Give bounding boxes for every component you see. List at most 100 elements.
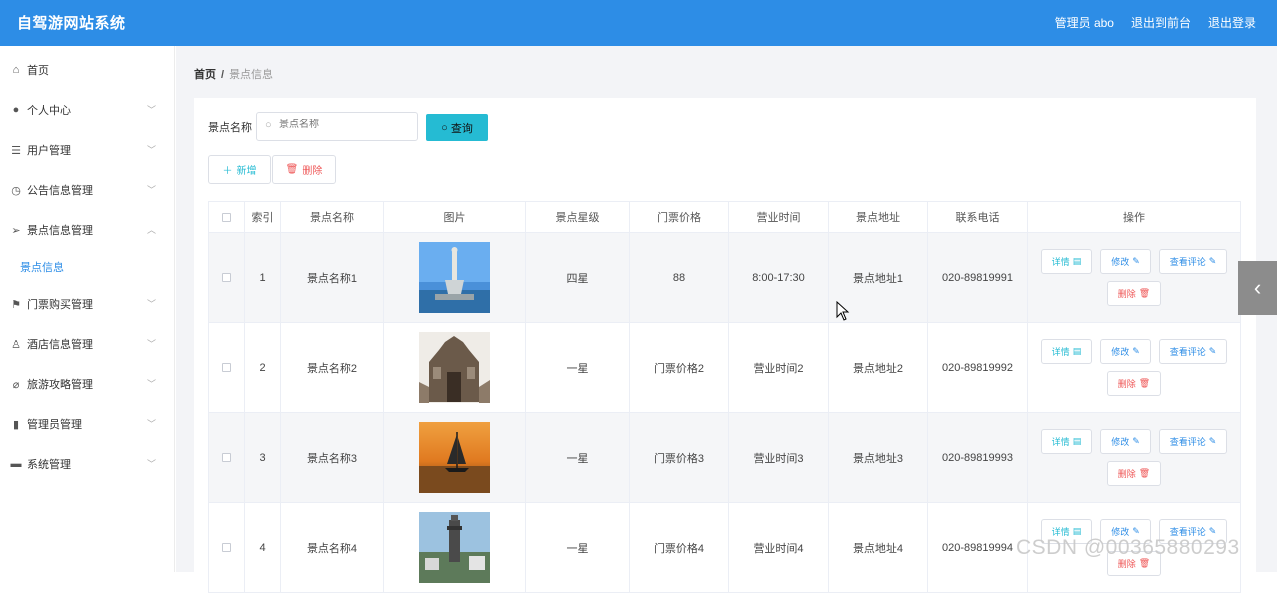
scenic-image[interactable] — [419, 512, 490, 583]
detail-button[interactable]: 详情 ▤ — [1040, 249, 1093, 274]
search-input[interactable] — [279, 119, 409, 130]
watermark-text: CSDN @00365880293 — [1016, 536, 1240, 559]
detail-label: 详情 — [1051, 257, 1070, 267]
trash-icon: 🗑 — [1138, 288, 1151, 298]
edit-icon: ✎ — [1132, 346, 1140, 356]
flag-icon: ⚑ — [11, 298, 21, 311]
chevron-down-icon: ﹀ — [146, 459, 156, 469]
column-header: 图片 — [383, 201, 526, 233]
sidebar: ⌂ 首页 ● 个人中心 ﹀ ☰ 用户管理 ﹀ ◷ 公告信息管理 ﹀ ➢ 景点信息… — [0, 46, 175, 572]
sidebar-item-guide-management[interactable]: ⌀ 旅游攻略管理 ﹀ — [0, 364, 174, 404]
sidebar-item-label: 用户管理 — [27, 145, 71, 157]
sidebar-item-admin-management[interactable]: ▮ 管理员管理 ﹀ — [0, 404, 174, 444]
bar-chart-icon: ▮ — [12, 418, 20, 431]
cell-hours: 营业时间4 — [728, 502, 829, 593]
select-all-cell[interactable] — [208, 201, 245, 233]
comment-label: 查看评论 — [1169, 257, 1206, 267]
document-icon: ▤ — [1072, 256, 1082, 266]
cell-name: 景点名称1 — [280, 232, 384, 323]
query-label: 查询 — [450, 122, 473, 135]
search-field[interactable]: ○ — [256, 112, 418, 141]
chevron-down-icon: ﹀ — [146, 185, 156, 195]
chevron-down-icon: ﹀ — [146, 339, 156, 349]
row-checkbox[interactable] — [222, 453, 231, 463]
detail-button[interactable]: 详情 ▤ — [1040, 429, 1093, 454]
scenic-image[interactable] — [419, 332, 490, 403]
row-select-cell — [208, 502, 245, 593]
detail-button[interactable]: 详情 ▤ — [1040, 339, 1093, 364]
delete-label: 删除 — [1117, 289, 1136, 299]
cell-index: 3 — [244, 412, 281, 503]
sidebar-item-label: 系统管理 — [27, 459, 71, 471]
sidebar-subitem-scenic-info[interactable]: 景点信息 — [0, 250, 174, 284]
logout-link[interactable]: 退出登录 — [1208, 14, 1256, 31]
row-checkbox[interactable] — [222, 543, 231, 553]
comment-label: 查看评论 — [1169, 347, 1206, 357]
edit-label: 修改 — [1111, 437, 1130, 447]
edit-button[interactable]: 修改 ✎ — [1100, 429, 1151, 454]
delete-label: 删除 — [1117, 379, 1136, 389]
sidebar-item-personal-center[interactable]: ● 个人中心 ﹀ — [0, 90, 174, 130]
sidebar-item-home[interactable]: ⌂ 首页 — [0, 50, 174, 90]
sidebar-item-hotel-management[interactable]: ♙ 酒店信息管理 ﹀ — [0, 324, 174, 364]
cell-name: 景点名称4 — [280, 502, 384, 593]
cell-actions: 详情 ▤ 修改 ✎ 查看评论 ✎ 删除 🗑 — [1027, 232, 1241, 323]
scenic-table: 索引 景点名称 图片 景点星级 门票价格 营业时间 景点地址 联系电话 操作 1… — [208, 201, 1241, 593]
sidebar-item-notice-management[interactable]: ◷ 公告信息管理 ﹀ — [0, 170, 174, 210]
chevron-down-icon: ﹀ — [146, 419, 156, 429]
edit-icon: ✎ — [1208, 256, 1217, 266]
cell-star: 一星 — [525, 412, 630, 503]
sidebar-item-ticket-management[interactable]: ⚑ 门票购买管理 ﹀ — [0, 284, 174, 324]
delete-button[interactable]: 删除 🗑 — [1106, 371, 1162, 396]
delete-button[interactable]: 删除 🗑 — [1106, 461, 1162, 486]
document-icon: ▤ — [1072, 436, 1082, 446]
delete-button[interactable]: 删除 🗑 — [1106, 281, 1162, 306]
cell-phone: 020-89819992 — [927, 322, 1028, 413]
table-row: 1 景点名称1 四星 88 8:00-17:30 景点地址1 020-89819… — [208, 232, 1241, 323]
sidebar-item-scenic-management[interactable]: ➢ 景点信息管理 ︿ — [0, 210, 174, 250]
bell-off-icon: ⌀ — [12, 378, 20, 391]
column-header: 景点星级 — [525, 201, 630, 233]
cell-image — [383, 322, 526, 413]
row-checkbox[interactable] — [222, 363, 231, 373]
edit-icon: ✎ — [1208, 436, 1217, 446]
cell-index: 4 — [244, 502, 281, 593]
row-select-cell — [208, 322, 245, 413]
user-icon: ● — [12, 104, 20, 116]
edit-icon: ✎ — [1208, 346, 1217, 356]
scenic-image[interactable] — [419, 422, 490, 493]
scenic-image[interactable] — [419, 242, 490, 313]
view-comments-button[interactable]: 查看评论 ✎ — [1158, 339, 1228, 364]
to-front-link[interactable]: 退出到前台 — [1131, 14, 1191, 31]
edit-button[interactable]: 修改 ✎ — [1100, 249, 1151, 274]
cell-hours: 8:00-17:30 — [728, 232, 829, 323]
add-button[interactable]: ＋ 新增 — [208, 155, 271, 184]
query-button[interactable]: ○ 查询 — [426, 114, 488, 141]
edit-label: 修改 — [1111, 347, 1130, 357]
cell-price: 门票价格2 — [629, 322, 729, 413]
search-label: 景点名称 — [208, 122, 252, 134]
chevron-down-icon: ﹀ — [146, 379, 156, 389]
chevron-down-icon: ﹀ — [146, 145, 156, 155]
view-comments-button[interactable]: 查看评论 ✎ — [1158, 429, 1228, 454]
add-label: 新增 — [236, 166, 257, 177]
sidebar-item-label: 景点信息管理 — [27, 225, 93, 237]
cell-phone: 020-89819991 — [927, 232, 1028, 323]
select-all-checkbox[interactable] — [222, 212, 231, 222]
top-header: 自驾游网站系统 管理员 abo 退出到前台 退出登录 — [0, 0, 1277, 46]
view-comments-button[interactable]: 查看评论 ✎ — [1158, 249, 1228, 274]
row-select-cell — [208, 412, 245, 503]
search-icon: ○ — [265, 119, 272, 131]
batch-delete-button[interactable]: 🗑 删除 — [272, 155, 336, 184]
column-header: 营业时间 — [728, 201, 829, 233]
breadcrumb-separator: / — [221, 69, 225, 81]
edit-button[interactable]: 修改 ✎ — [1100, 339, 1151, 364]
cell-phone: 020-89819993 — [927, 412, 1028, 503]
row-checkbox[interactable] — [222, 273, 231, 283]
collapse-panel-button[interactable]: ‹ — [1238, 261, 1277, 315]
sidebar-item-user-management[interactable]: ☰ 用户管理 ﹀ — [0, 130, 174, 170]
cell-price: 88 — [629, 232, 729, 323]
breadcrumb-home[interactable]: 首页 — [194, 69, 216, 81]
row-select-cell — [208, 232, 245, 323]
sidebar-item-system-management[interactable]: ▬ 系统管理 ﹀ — [0, 444, 174, 484]
